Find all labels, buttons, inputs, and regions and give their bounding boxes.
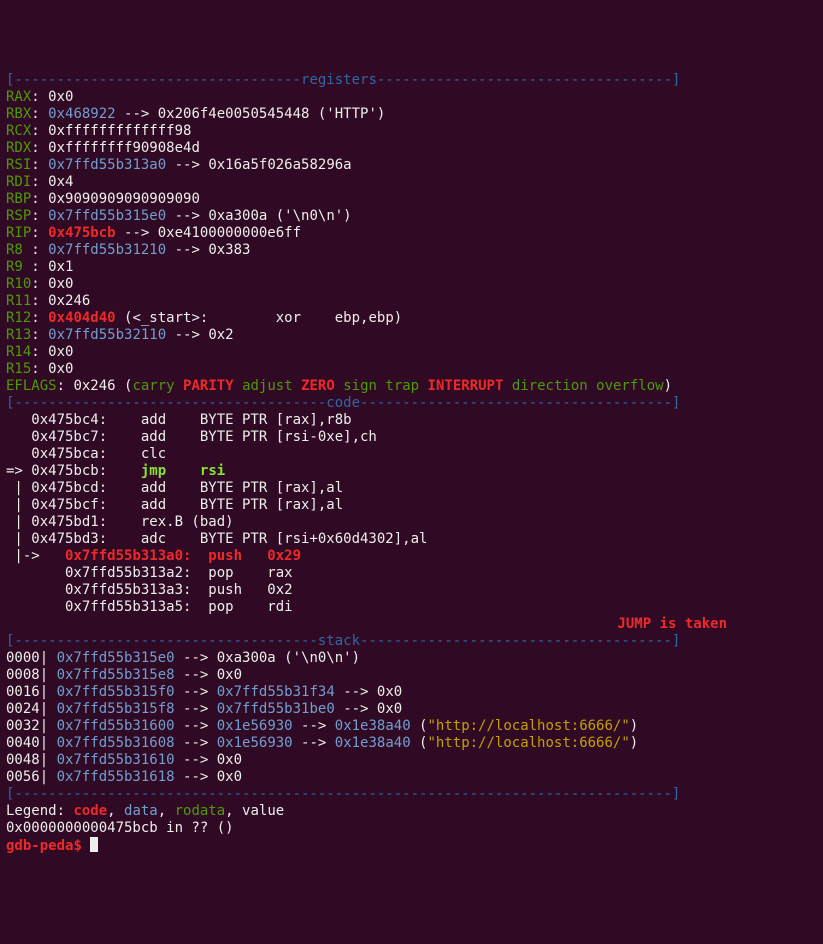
legend-row: Legend: code, data, rodata, value <box>6 803 284 819</box>
stack-row: 0016| 0x7ffd55b315f0 --> 0x7ffd55b31f34 … <box>6 684 402 700</box>
code-line: 0x7ffd55b313a3: push 0x2 <box>6 582 293 598</box>
reg-row: R8 : 0x7ffd55b31210 --> 0x383 <box>6 242 250 258</box>
eflags-row: EFLAGS: 0x246 (carry PARITY adjust ZERO … <box>6 378 672 394</box>
reg-row: RBP: 0x9090909090909090 <box>6 191 200 207</box>
location-line: 0x0000000000475bcb in ?? () <box>6 820 234 836</box>
terminal-output[interactable]: [----------------------------------regis… <box>6 72 817 855</box>
reg-row: RIP: 0x475bcb --> 0xe4100000000e6ff <box>6 225 301 241</box>
code-line: | 0x475bd3: adc BYTE PTR [rsi+0x60d4302]… <box>6 531 427 547</box>
reg-row: RCX: 0xfffffffffffff98 <box>6 123 191 139</box>
reg-row: R14: 0x0 <box>6 344 73 360</box>
stack-row: 0056| 0x7ffd55b31618 --> 0x0 <box>6 769 242 785</box>
reg-row: RSP: 0x7ffd55b315e0 --> 0xa300a ('\n0\n'… <box>6 208 352 224</box>
code-line: 0x7ffd55b313a2: pop rax <box>6 565 293 581</box>
stack-row: 0024| 0x7ffd55b315f8 --> 0x7ffd55b31be0 … <box>6 701 402 717</box>
section-divider: [---------------------------------------… <box>6 786 680 802</box>
section-divider: [------------------------------------sta… <box>6 633 680 649</box>
stack-row: 0000| 0x7ffd55b315e0 --> 0xa300a ('\n0\n… <box>6 650 360 666</box>
code-line: | 0x475bcd: add BYTE PTR [rax],al <box>6 480 343 496</box>
code-line: | 0x475bd1: rex.B (bad) <box>6 514 234 530</box>
code-line: 0x475bc7: add BYTE PTR [rsi-0xe],ch <box>6 429 377 445</box>
reg-row: RDX: 0xffffffff90908e4d <box>6 140 200 156</box>
reg-row: R9 : 0x1 <box>6 259 73 275</box>
stack-row: 0008| 0x7ffd55b315e8 --> 0x0 <box>6 667 242 683</box>
reg-row: R13: 0x7ffd55b32110 --> 0x2 <box>6 327 234 343</box>
reg-row: RSI: 0x7ffd55b313a0 --> 0x16a5f026a58296… <box>6 157 352 173</box>
section-divider: [----------------------------------regis… <box>6 72 680 88</box>
reg-row: R10: 0x0 <box>6 276 73 292</box>
stack-row: 0048| 0x7ffd55b31610 --> 0x0 <box>6 752 242 768</box>
code-line: | 0x475bcf: add BYTE PTR [rax],al <box>6 497 343 513</box>
code-line: 0x7ffd55b313a5: pop rdi <box>6 599 293 615</box>
section-divider: [-------------------------------------co… <box>6 395 680 411</box>
code-line: 0x475bca: clc <box>6 446 166 462</box>
prompt[interactable]: gdb-peda$ <box>6 838 98 854</box>
stack-row: 0032| 0x7ffd55b31600 --> 0x1e56930 --> 0… <box>6 718 638 734</box>
code-line: 0x475bc4: add BYTE PTR [rax],r8b <box>6 412 352 428</box>
cursor <box>90 837 98 852</box>
code-jump-target: |-> 0x7ffd55b313a0: push 0x29 <box>6 548 301 564</box>
reg-row: R15: 0x0 <box>6 361 73 377</box>
reg-row: RBX: 0x468922 --> 0x206f4e0050545448 ('H… <box>6 106 385 122</box>
reg-row: RDI: 0x4 <box>6 174 73 190</box>
stack-row: 0040| 0x7ffd55b31608 --> 0x1e56930 --> 0… <box>6 735 638 751</box>
jump-taken: JUMP is taken <box>6 616 817 633</box>
reg-row: R11: 0x246 <box>6 293 90 309</box>
reg-row: RAX: 0x0 <box>6 89 73 105</box>
reg-row: R12: 0x404d40 (<_start>: xor ebp,ebp) <box>6 310 402 326</box>
code-current-line: => 0x475bcb: jmp rsi <box>6 463 225 479</box>
